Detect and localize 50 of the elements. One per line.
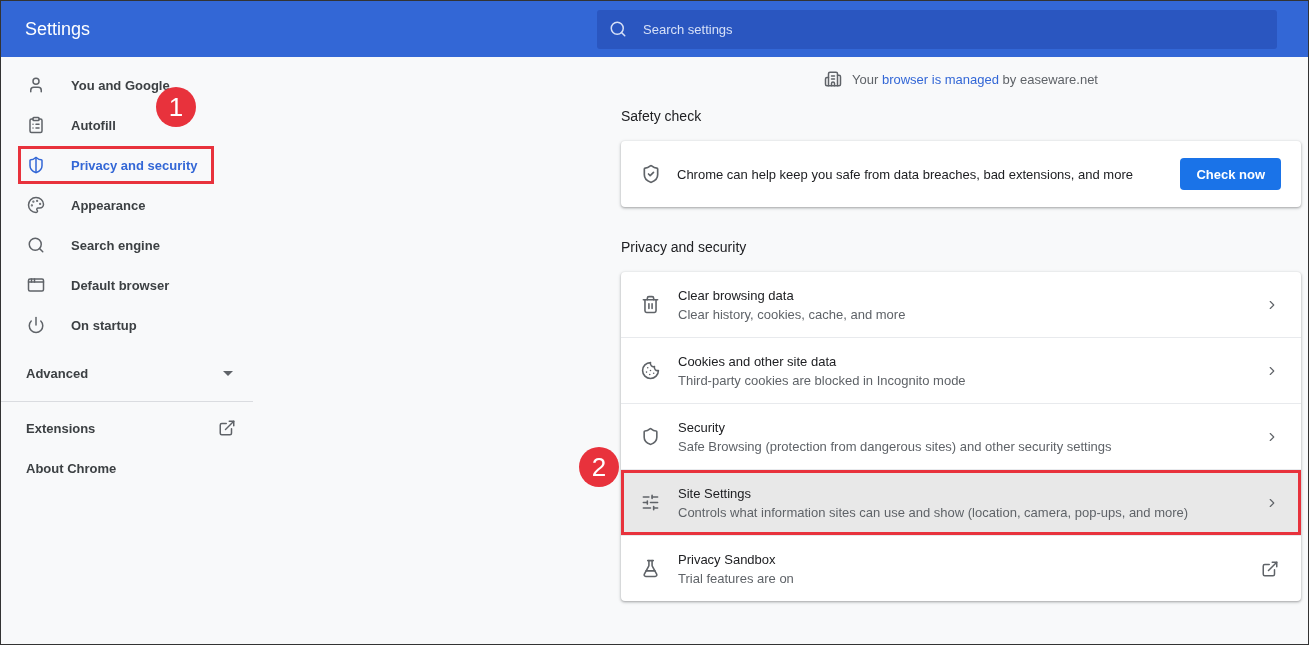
window-icon [27, 276, 45, 294]
row-title: Clear browsing data [678, 287, 795, 303]
managed-link[interactable]: browser is managed [881, 71, 999, 87]
clipboard-icon [27, 116, 45, 134]
section-heading: Privacy and security [621, 238, 748, 257]
sidebar-item[interactable]: Privacy and security [18, 146, 215, 184]
step-number: 2 [579, 447, 619, 487]
sidebar-item[interactable]: On startup [18, 306, 154, 344]
sidebar-item[interactable]: Search engine [18, 226, 177, 264]
sidebar-link[interactable]: Extensions [1, 408, 253, 448]
shield-icon [641, 427, 660, 446]
settings-row[interactable]: Clear browsing data Clear history, cookies, cache, and more [621, 272, 1301, 337]
trash-icon [641, 295, 660, 314]
settings-row[interactable]: Privacy Sandbox Trial features are on [621, 535, 1301, 601]
managed-notice: Your browser is managed by easeware.net [852, 71, 1098, 87]
row-title: Security [678, 419, 726, 435]
sidebar-item[interactable]: Autofill [18, 106, 133, 144]
row-title: Cookies and other site data [678, 353, 838, 369]
row-title: Site Settings [678, 485, 752, 501]
search-icon [609, 20, 627, 38]
row-subtitle: Trial features are on [678, 570, 795, 586]
row-subtitle: Clear history, cookies, cache, and more [678, 306, 907, 322]
cookie-icon [641, 361, 660, 380]
settings-row[interactable]: Site Settings Controls what information sites can use and show (location, camera, pop-ups, and more) [621, 469, 1301, 535]
row-subtitle: Third-party cookies are blocked in Incognito mode [678, 372, 967, 388]
flask-icon [641, 559, 660, 578]
search-field[interactable]: Search settings [597, 9, 1277, 49]
row-title: Privacy Sandbox [678, 551, 777, 567]
person-icon [27, 76, 45, 94]
palette-icon [27, 196, 45, 214]
sliders-icon [641, 493, 660, 512]
sidebar-item[interactable]: Default browser [18, 266, 187, 304]
external-link-icon [1261, 559, 1279, 578]
advanced-toggle[interactable]: Advanced [1, 345, 253, 402]
safety-check-text: Chrome can help keep you safe from data breaches, bad extensions, and more [677, 166, 1133, 182]
settings-title: Settings [24, 18, 92, 40]
row-subtitle: Safe Browsing (protection from dangerous sites) and other security settings [678, 438, 1113, 454]
search-input[interactable]: Search settings [641, 20, 1265, 38]
building-icon [824, 70, 842, 88]
settings-row[interactable]: Cookies and other site data Third-party cookies are blocked in Incognito mode [621, 337, 1301, 403]
section-heading: Safety check [621, 107, 703, 126]
sidebar-item[interactable]: Appearance [18, 186, 163, 224]
sidebar-link[interactable]: About Chrome [1, 448, 253, 488]
power-icon [27, 316, 45, 334]
shield-check-icon [641, 164, 661, 184]
search-icon [27, 236, 45, 254]
external-link-icon [218, 419, 236, 437]
check-now-button[interactable]: Check now [1180, 158, 1281, 190]
shield-icon [27, 156, 45, 174]
row-subtitle: Controls what information sites can use and show (location, camera, pop-ups, and more) [678, 504, 1190, 520]
